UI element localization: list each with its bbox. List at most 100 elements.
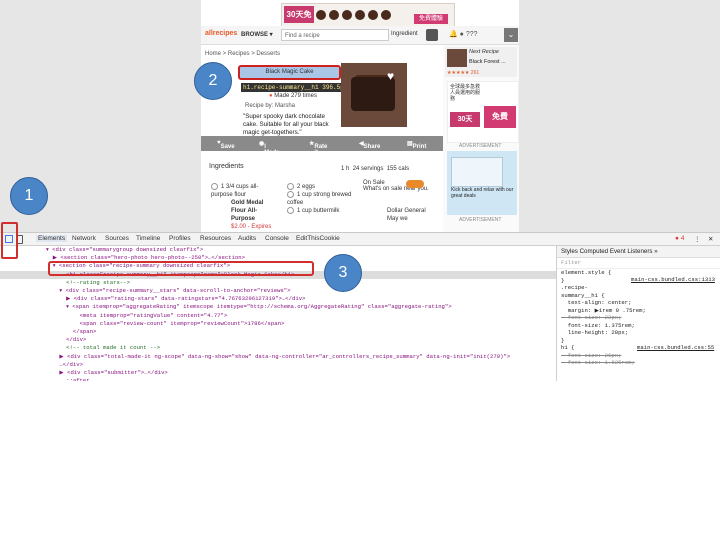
ingredients-heading: Ingredients bbox=[209, 163, 244, 170]
style-rule-line[interactable]: font-size: 1.625rem; bbox=[557, 359, 720, 367]
tab-console[interactable]: Console bbox=[265, 235, 289, 242]
dom-node-line[interactable]: ▾ <div class="recipe-summary__stars" dat… bbox=[0, 287, 556, 295]
tab-editthiscookie[interactable]: EditThisCookie bbox=[296, 235, 340, 242]
share-button[interactable]: ◀ Share bbox=[359, 140, 380, 150]
recipe-author[interactable]: Recipe by: Marsha bbox=[245, 103, 295, 109]
ingredient-search-button[interactable]: Ingredient bbox=[391, 31, 418, 37]
tab-audits[interactable]: Audits bbox=[238, 235, 256, 242]
style-rule-line[interactable]: font-size: 22px; bbox=[557, 314, 720, 322]
store-name: Dollar General May we bbox=[387, 208, 426, 222]
recipe-title: Black Magic Cake bbox=[265, 69, 314, 75]
more-options-icon[interactable]: ⋮ bbox=[694, 235, 701, 243]
dom-node-line[interactable]: ▶ <div class="submitter">…</div> bbox=[0, 369, 556, 377]
print-button[interactable]: ▤ Print bbox=[407, 140, 426, 150]
tab-network[interactable]: Network bbox=[72, 235, 96, 242]
save-button[interactable]: ♥ Save bbox=[217, 140, 235, 150]
next-recipe-name: Black Forest ... bbox=[469, 59, 506, 65]
dom-node-line[interactable]: </div> bbox=[0, 336, 556, 344]
site-header: allrecipes BROWSE ▾ Find a recipe Ingred… bbox=[201, 26, 519, 45]
callout-2: 2 bbox=[194, 62, 232, 100]
breadcrumb-home[interactable]: Home bbox=[205, 51, 221, 57]
on-sale-toggle[interactable] bbox=[406, 180, 424, 188]
ingredient-deal: $2.00 - Expires in 2 bbox=[231, 224, 272, 231]
close-icon[interactable]: ✕ bbox=[708, 235, 713, 243]
style-rule-line[interactable]: font-size: 26px; bbox=[557, 352, 720, 360]
style-rule-line[interactable]: summary__h1 { bbox=[557, 292, 720, 300]
advertisement-label: ADVERTISEMENT bbox=[459, 143, 502, 149]
rate-it-button[interactable]: ★ Rate it bbox=[309, 140, 327, 156]
callout-3: 3 bbox=[324, 254, 362, 292]
made-it-button[interactable]: ◉ I Made it bbox=[259, 140, 280, 162]
recipe-website: 30天免費體驗 免費體驗 allrecipes BROWSE ▾ Find a … bbox=[201, 0, 519, 232]
tab-timeline[interactable]: Timeline bbox=[136, 235, 160, 242]
dom-node-line[interactable]: ▶ <div class="total-made-it ng-scope" da… bbox=[0, 353, 556, 361]
freezer-ad[interactable]: Kick back and relax with our great deals bbox=[447, 151, 517, 215]
dom-node-line[interactable]: <!--rating stars--> bbox=[0, 279, 556, 287]
ad-pink-label: 免費體驗 bbox=[414, 14, 448, 24]
recipe-search-input[interactable]: Find a recipe bbox=[281, 29, 389, 41]
style-rule-line[interactable]: line-height: 28px; bbox=[557, 329, 720, 337]
made-count: ● Made 279 times bbox=[269, 93, 317, 99]
style-source-link[interactable]: main-css.bundled.css:1313 bbox=[631, 276, 715, 284]
dom-node-line[interactable]: …</div> bbox=[0, 361, 556, 369]
heart-icon[interactable]: ♥ bbox=[387, 69, 394, 83]
right-sidebar: Next Recipe Black Forest ... ★★★★★ 261 全… bbox=[443, 45, 519, 232]
breadcrumb: Home > Recipes > Desserts bbox=[205, 51, 281, 57]
next-recipe-thumbnail bbox=[447, 49, 467, 67]
style-source-link[interactable]: main-css.bundled.css:55 bbox=[637, 344, 714, 352]
ingredients-left: 1 3/4 cups all-purpose flour Gold Medal … bbox=[211, 183, 277, 232]
top-banner-ad[interactable]: 30天免費體驗 免費體驗 bbox=[281, 3, 455, 36]
style-rule-line[interactable]: margin: ▶1rem 0 .75rem; bbox=[557, 307, 720, 315]
callout-box-h1-line bbox=[48, 261, 314, 276]
dom-node-line[interactable]: ::after bbox=[0, 377, 556, 381]
ingredient-item[interactable]: 1 3/4 cups all-purpose flour bbox=[211, 183, 277, 199]
style-rule-line[interactable]: .recipe- bbox=[557, 284, 720, 292]
made-count-text: Made 279 times bbox=[274, 93, 317, 99]
sidebar-ad-pink: 免費 bbox=[484, 106, 516, 128]
sidebar-ad-text: 全球最多急救人員選用的服務 bbox=[450, 84, 481, 102]
dom-node-line[interactable]: <!-- total made it count --> bbox=[0, 344, 556, 352]
style-rule-line[interactable]: text-align: center; bbox=[557, 299, 720, 307]
ingredient-product: Gold Medal Flour All-Purpose bbox=[231, 200, 264, 223]
user-icons[interactable]: 🔔 ● ??? bbox=[449, 30, 478, 38]
tab-sources[interactable]: Sources bbox=[105, 235, 129, 242]
sidebar-ad[interactable]: 全球最多急救人員選用的服務 30天 免費 bbox=[447, 81, 519, 143]
chevron-down-icon[interactable]: ⌄ bbox=[504, 28, 518, 42]
styles-pane: Styles Computed Event Listeners » Filter… bbox=[556, 246, 720, 381]
ad-badge: 30天免費體驗 bbox=[284, 6, 314, 36]
next-recipe-card[interactable]: Next Recipe Black Forest ... ★★★★★ 261 bbox=[445, 47, 517, 77]
style-rule-line[interactable]: font-size: 1.375rem; bbox=[557, 322, 720, 330]
ingredient-item[interactable]: 1 cup buttermilk bbox=[287, 207, 357, 215]
tab-resources[interactable]: Resources bbox=[200, 235, 231, 242]
advertisement-label: ADVERTISEMENT bbox=[459, 217, 502, 223]
browse-menu[interactable]: BROWSE ▾ bbox=[241, 31, 273, 38]
dom-node-line[interactable]: ▾ <div class="summarygroup downsized cle… bbox=[0, 246, 556, 254]
styles-tabs[interactable]: Styles Computed Event Listeners » bbox=[557, 246, 720, 258]
devtools-tab-bar: Elements Network Sources Timeline Profiles Re… bbox=[0, 233, 720, 246]
ingredient-item[interactable]: 2 eggs bbox=[287, 183, 357, 191]
dom-node-line[interactable]: ▾ <span itemprop="aggregateRating" items… bbox=[0, 303, 556, 311]
ingredient-item[interactable]: 1 cup strong brewed coffee bbox=[287, 191, 357, 207]
tab-elements[interactable]: Elements bbox=[36, 235, 68, 242]
style-rule-line[interactable]: } bbox=[557, 337, 720, 345]
recipe-photo[interactable]: ♥ bbox=[341, 63, 407, 127]
styles-filter-input[interactable]: Filter bbox=[557, 258, 720, 269]
tab-profiles[interactable]: Profiles bbox=[169, 235, 191, 242]
user-count: ??? bbox=[465, 31, 478, 38]
error-count-badge[interactable]: ● 4 bbox=[675, 235, 684, 242]
search-icon[interactable] bbox=[426, 29, 438, 41]
devtools-panel: Elements Network Sources Timeline Profiles Re… bbox=[0, 232, 720, 381]
dom-node-line[interactable]: <span class="review-count" itemprop="rev… bbox=[0, 320, 556, 328]
next-recipe-label: Next Recipe bbox=[469, 49, 499, 55]
sidebar-ad-badge: 30天 bbox=[450, 112, 480, 127]
freezer-image bbox=[451, 157, 503, 187]
dom-node-line[interactable]: ▶ <div class="rating-stars" data-ratings… bbox=[0, 295, 556, 303]
breadcrumb-desserts[interactable]: Desserts bbox=[256, 51, 280, 57]
freezer-ad-text: Kick back and relax with our great deals bbox=[451, 187, 514, 199]
next-recipe-rating: ★★★★★ 261 bbox=[447, 70, 480, 76]
site-logo[interactable]: allrecipes bbox=[205, 30, 237, 37]
callout-1: 1 bbox=[10, 177, 48, 215]
breadcrumb-recipes[interactable]: Recipes bbox=[228, 51, 250, 57]
dom-node-line[interactable]: <meta itemprop="ratingValue" content="4.… bbox=[0, 312, 556, 320]
dom-node-line[interactable]: </span> bbox=[0, 328, 556, 336]
